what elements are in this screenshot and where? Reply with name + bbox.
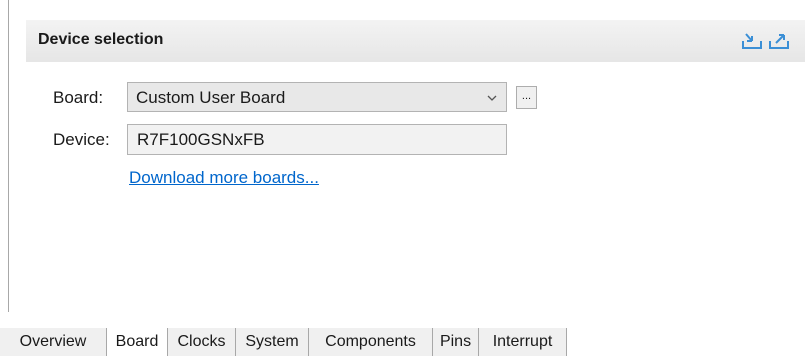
tab-clocks[interactable]: Clocks	[168, 328, 236, 356]
download-more-boards-link[interactable]: Download more boards...	[129, 168, 319, 188]
tab-components[interactable]: Components	[309, 328, 433, 356]
tab-board[interactable]: Board	[106, 328, 168, 356]
editor-tab-strip: Overview Board Clocks System Components …	[0, 328, 805, 356]
export-icon[interactable]	[768, 32, 790, 50]
device-selection-header: Device selection	[26, 20, 805, 62]
section-title: Device selection	[38, 31, 164, 48]
tab-pins[interactable]: Pins	[433, 328, 479, 356]
tab-overview[interactable]: Overview	[0, 328, 107, 356]
board-select-value: Custom User Board	[136, 88, 286, 107]
board-label: Board:	[53, 88, 104, 107]
device-label: Device:	[53, 130, 110, 149]
board-select[interactable]: Custom User Board	[127, 82, 507, 112]
editor-left-border	[8, 0, 9, 312]
tab-system[interactable]: System	[236, 328, 309, 356]
import-icon[interactable]	[741, 32, 763, 50]
browse-board-button[interactable]: ...	[516, 86, 537, 109]
device-field-value: R7F100GSNxFB	[137, 130, 265, 149]
chevron-down-icon	[486, 91, 498, 103]
tab-interrupt[interactable]: Interrupt	[479, 328, 567, 356]
device-field[interactable]: R7F100GSNxFB	[127, 124, 507, 155]
